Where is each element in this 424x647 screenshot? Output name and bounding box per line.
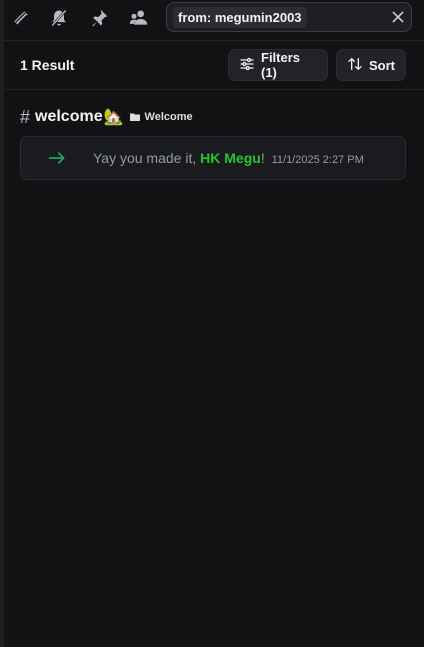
top-toolbar: from: megumin2003 xyxy=(4,0,424,41)
pinned-messages-icon[interactable] xyxy=(86,5,112,31)
search-results-header: 1 Result Filters (1) Sort xyxy=(4,41,424,90)
sort-arrows-icon xyxy=(347,56,363,75)
message-timestamp[interactable]: 11/1/2025 2:27 PM xyxy=(272,154,364,166)
channel-category: Welcome xyxy=(144,111,193,123)
filters-button[interactable]: Filters (1) xyxy=(228,49,328,81)
folder-icon xyxy=(129,111,141,123)
sort-label: Sort xyxy=(369,57,395,73)
result-count: 1 Result xyxy=(20,57,75,73)
search-input[interactable]: from: megumin2003 xyxy=(166,2,412,32)
filters-label: Filters (1) xyxy=(261,50,301,80)
left-edge-divider xyxy=(0,0,4,647)
channel-emoji: 🏡 xyxy=(103,109,124,126)
join-arrow-icon xyxy=(47,148,67,168)
search-result-message[interactable]: Yay you made it, HK Megu! 11/1/2025 2:27… xyxy=(20,136,406,180)
result-channel-header[interactable]: # welcome 🏡 Welcome xyxy=(20,106,193,128)
sort-button[interactable]: Sort xyxy=(336,49,406,81)
search-filter-chip[interactable]: from: megumin2003 xyxy=(173,7,307,28)
channel-name: welcome xyxy=(35,108,103,125)
member-list-icon[interactable] xyxy=(126,5,152,31)
close-icon[interactable] xyxy=(389,8,407,26)
message-text-before: Yay you made it, xyxy=(93,150,201,166)
threads-icon[interactable] xyxy=(8,5,34,31)
channel-hash-icon: # xyxy=(20,106,31,127)
message-username[interactable]: HK Megu xyxy=(200,150,261,166)
message-text-after: ! xyxy=(260,150,265,166)
sliders-icon xyxy=(239,56,255,75)
system-message: Yay you made it, HK Megu! 11/1/2025 2:27… xyxy=(93,150,364,166)
notifications-muted-icon[interactable] xyxy=(46,5,72,31)
